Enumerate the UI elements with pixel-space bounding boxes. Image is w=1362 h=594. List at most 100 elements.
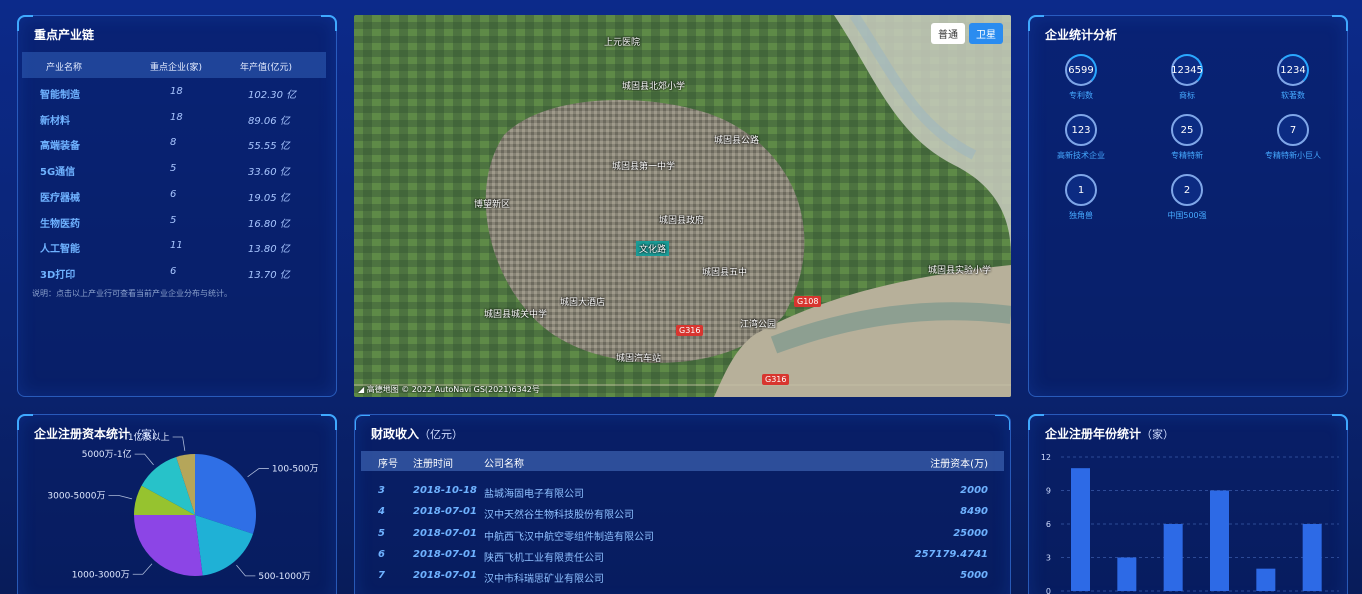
stat-item[interactable]: 25 专精特新	[1147, 114, 1227, 161]
bar[interactable]	[1302, 524, 1322, 591]
industry-note: 说明：点击以上产业行可查看当前产业企业分布与统计。	[32, 289, 232, 298]
finance-title-text: 财政收入	[371, 427, 420, 441]
pie-leader-line	[247, 468, 269, 478]
finance-company: 中航西飞汉中航空零组件制造有限公司	[484, 531, 654, 543]
map-label: 城固汽车站	[616, 354, 662, 364]
finance-capital: 5000	[960, 570, 988, 582]
road-tag: G316	[762, 374, 790, 385]
finance-row[interactable]: 4 2018-07-01 汉中天然谷生物科技股份有限公司 8490	[361, 502, 1004, 523]
finance-company: 盐城海固电子有限公司	[484, 489, 584, 500]
stat-ring: 2	[1171, 174, 1203, 206]
stat-item[interactable]: 12345 商标	[1147, 54, 1227, 101]
map-imagery	[354, 15, 1011, 397]
finance-unit: （亿元）	[419, 428, 464, 441]
map-satellite-button[interactable]: 卫星	[969, 23, 1003, 44]
pie-leader-line	[132, 563, 153, 575]
header-annual-output: 年产值(亿元)	[240, 63, 293, 73]
finance-panel: 财政收入（亿元） 序号 注册时间 公司名称 注册资本(万) 3 2018-10-…	[354, 414, 1011, 594]
stat-ring: 1	[1065, 174, 1097, 206]
industry-row[interactable]: 医疗器械 6 19.05 亿	[18, 183, 336, 209]
finance-row[interactable]: 3 2018-10-18 盐城海固电子有限公司 2000	[361, 481, 1004, 502]
stat-ring: 6599	[1065, 54, 1097, 86]
map-label: 城固县政府	[659, 216, 705, 226]
industry-value: 55.55 亿	[248, 141, 290, 153]
header-reg-date: 注册时间	[413, 459, 453, 470]
bar[interactable]	[1071, 468, 1090, 591]
stat-label: 专利数	[1069, 91, 1093, 100]
stat-label: 专精特新	[1171, 151, 1203, 160]
pie-label: 500-1000万	[258, 572, 310, 582]
pie-label: 100-500万	[272, 465, 319, 475]
industry-count: 18	[170, 111, 183, 123]
industry-row[interactable]: 人工智能 11 13.80 亿	[18, 234, 336, 260]
industry-row[interactable]: 5G通信 5 33.60 亿	[18, 157, 336, 183]
map-label: 城固大酒店	[560, 298, 606, 308]
pie-label: 5000万-1亿	[82, 448, 132, 460]
pie-leader-line	[236, 564, 256, 577]
industry-name: 新材料	[40, 115, 70, 127]
bar[interactable]	[1210, 490, 1229, 592]
pie-slice[interactable]	[134, 515, 203, 576]
industry-row[interactable]: 3D打印 6 13.70 亿	[18, 260, 336, 286]
pie-label: 3000-5000万	[47, 491, 105, 501]
finance-row[interactable]: 5 2018-07-01 中航西飞汉中航空零组件制造有限公司 25000	[361, 524, 1004, 545]
industry-count: 5	[170, 214, 177, 226]
stat-item[interactable]: 123 高新技术企业	[1041, 114, 1121, 161]
stat-item[interactable]: 7 专精特新小巨人	[1253, 114, 1333, 161]
map-attribution: ◢ 高德地图 © 2022 AutoNavi GS(2021)6342号	[358, 384, 540, 395]
map-label: 文化路	[636, 241, 670, 256]
stat-item[interactable]: 2 中国500强	[1147, 174, 1227, 221]
map-attribution-text: 高德地图 © 2022 AutoNavi GS(2021)6342号	[366, 385, 540, 394]
pie-leader-line	[172, 436, 186, 451]
finance-capital: 2000	[960, 485, 988, 496]
industry-name: 5G通信	[40, 167, 76, 179]
bar[interactable]	[1117, 557, 1137, 592]
industry-row[interactable]: 生物医药 5 16.80 亿	[18, 209, 336, 235]
finance-company: 汉中市科瑞思矿业有限公司	[484, 574, 604, 586]
industry-value: 13.80 亿	[248, 244, 290, 256]
industry-count: 6	[170, 265, 177, 277]
finance-date: 2018-07-01	[413, 506, 477, 518]
industry-value: 19.05 亿	[248, 192, 290, 204]
y-tick-label: 0	[1046, 587, 1051, 594]
industry-count: 8	[170, 137, 177, 149]
map-normal-button[interactable]: 普通	[931, 23, 965, 44]
stat-label: 独角兽	[1069, 211, 1093, 220]
finance-row[interactable]: 7 2018-07-01 汉中市科瑞思矿业有限公司 5000	[361, 566, 1004, 587]
map-label: 上元医院	[604, 38, 641, 48]
stat-item[interactable]: 1 独角兽	[1041, 174, 1121, 221]
header-industry-name: 产业名称	[46, 63, 83, 73]
map-label: 城固县北郊小学	[622, 82, 686, 92]
capital-pie-chart: 100-500万 500-1000万 1000-3000万 3000-5000万 500…	[47, 431, 319, 582]
industry-count: 11	[170, 240, 183, 252]
finance-row[interactable]: 6 2018-07-01 陕西飞机工业有限责任公司 257179.4741	[361, 545, 1004, 566]
map-label: 城固县城关中学	[484, 310, 548, 320]
finance-index: 7	[378, 570, 385, 582]
enterprise-stats-panel: 企业统计分析 6599 专利数 12345 商标 1234 软著数 123 高新技术企…	[1028, 15, 1348, 397]
stat-item[interactable]: 1234 软著数	[1253, 54, 1333, 101]
stat-ring: 1234	[1277, 54, 1309, 86]
industry-value: 33.60 亿	[248, 167, 290, 179]
finance-capital: 8490	[960, 506, 988, 518]
bar[interactable]	[1163, 524, 1183, 591]
stat-label: 专精特新小巨人	[1265, 151, 1321, 160]
y-tick-label: 9	[1046, 487, 1051, 496]
finance-index: 6	[378, 548, 385, 560]
finance-capital: 25000	[953, 527, 988, 539]
industry-row[interactable]: 新材料 18 89.06 亿	[18, 106, 336, 132]
header-reg-capital: 注册资本(万)	[930, 459, 988, 470]
satellite-map[interactable]: 普通 卫星 上元医院 城固县北郊小学 城固县第一中学 城固县政府 城固县公路 城…	[354, 15, 1011, 397]
stat-item[interactable]: 6599 专利数	[1041, 54, 1121, 101]
industry-row[interactable]: 高端装备 8 55.55 亿	[18, 131, 336, 157]
stat-label: 商标	[1179, 91, 1195, 100]
pie-leader-line	[134, 453, 154, 466]
capital-stats-panel: 企业注册资本统计（家） 100-500万 500-1000万 1000-3000万 3…	[17, 414, 337, 594]
industry-row[interactable]: 智能制造 18 102.30 亿	[18, 80, 336, 106]
map-label: 江湾公园	[740, 320, 777, 330]
industry-count: 5	[170, 163, 177, 175]
map-logo-icon: ◢	[358, 385, 367, 394]
industry-name: 3D打印	[40, 269, 76, 281]
finance-date: 2018-10-18	[413, 485, 477, 496]
bar[interactable]	[1256, 568, 1276, 591]
finance-index: 3	[378, 485, 385, 496]
